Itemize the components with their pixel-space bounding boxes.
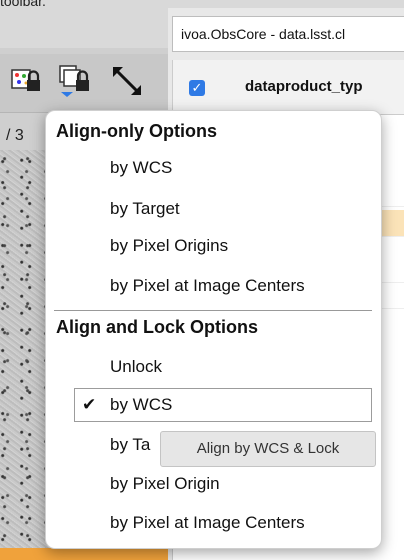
menu-item-align-pixel-origins[interactable]: by Pixel Origins xyxy=(46,227,381,265)
align-only-header: Align-only Options xyxy=(56,121,217,141)
table-header-row: ✓ dataproduct_typ xyxy=(173,60,404,115)
menu-item-label: by Pixel at Image Centers xyxy=(110,513,305,532)
menu-item-label: Unlock xyxy=(110,357,162,376)
menu-item-label: by Pixel at Image Centers xyxy=(110,276,305,295)
align-lock-menu: Align-only Options by WCS by Target by P… xyxy=(45,110,382,549)
tooltip: Align by WCS & Lock xyxy=(160,431,376,467)
menu-item-label: by WCS xyxy=(110,158,173,177)
menu-divider xyxy=(54,310,372,311)
top-cut-text: toolbar. xyxy=(0,0,46,9)
menu-item-label: by Pixel Origins xyxy=(110,236,229,255)
menu-item-lock-pixel-origin[interactable]: by Pixel Origin xyxy=(46,465,381,503)
color-lock-icon[interactable] xyxy=(10,64,44,98)
menu-item-lock-pixel-centers[interactable]: by Pixel at Image Centers xyxy=(46,504,381,542)
menu-item-label: by WCS xyxy=(110,395,173,414)
select-all-checkbox[interactable]: ✓ xyxy=(189,80,205,96)
table-tab-title[interactable]: ivoa.ObsCore - data.lsst.cl xyxy=(172,16,404,52)
menu-item-align-wcs[interactable]: by WCS xyxy=(46,149,381,187)
menu-item-lock-wcs[interactable]: ✔ by WCS xyxy=(46,386,381,424)
align-lock-icon[interactable] xyxy=(58,64,92,98)
column-header[interactable]: dataproduct_typ xyxy=(245,78,363,95)
menu-item-label: by Ta xyxy=(110,435,151,454)
align-lock-header: Align and Lock Options xyxy=(56,317,258,337)
menu-item-unlock[interactable]: Unlock xyxy=(46,348,381,386)
checkmark-icon: ✔ xyxy=(82,395,97,414)
image-frame-border xyxy=(0,548,168,560)
expand-arrows-icon[interactable] xyxy=(110,64,144,98)
menu-item-label: by Pixel Origin xyxy=(110,474,220,493)
menu-item-align-pixel-centers[interactable]: by Pixel at Image Centers xyxy=(46,267,381,305)
menu-item-label: by Target xyxy=(110,199,180,218)
menu-item-align-target[interactable]: by Target xyxy=(46,190,381,228)
